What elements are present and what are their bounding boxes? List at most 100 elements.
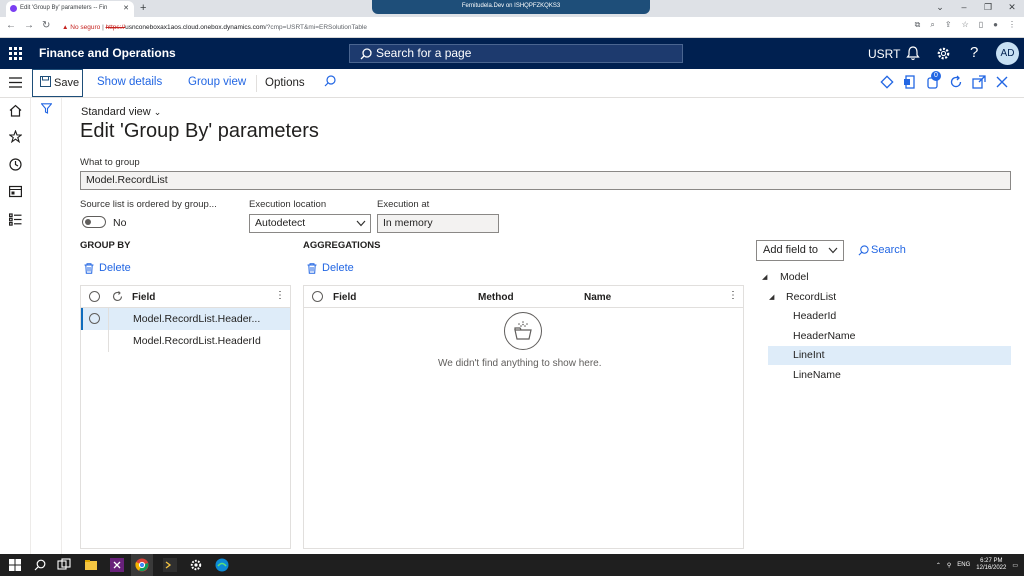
attachments-button[interactable]: 0 (926, 71, 941, 89)
table-row[interactable]: Model.RecordList.HeaderId (81, 330, 290, 352)
filter-icon[interactable] (41, 103, 52, 114)
share-icon[interactable]: ⇪ (945, 20, 952, 30)
file-explorer-icon[interactable] (84, 558, 98, 572)
method-column-header[interactable]: Method (478, 292, 514, 303)
view-selector[interactable]: Standard view ⌄ (81, 106, 161, 118)
task-view-icon[interactable] (57, 558, 71, 572)
edge-icon[interactable] (215, 558, 229, 572)
aggregations-heading: AGGREGATIONS (303, 240, 381, 251)
translate-icon[interactable]: ⧉ (915, 20, 921, 30)
options-tab[interactable]: Options (265, 77, 305, 89)
windows-start-icon[interactable] (8, 558, 22, 572)
sorted-label: Source list is ordered by group... (80, 199, 217, 210)
workspaces-icon[interactable] (9, 185, 22, 198)
chevron-down-icon[interactable]: ⌄ (928, 0, 952, 17)
tree-node-leaf[interactable]: HeaderName (793, 327, 855, 346)
field-column-header[interactable]: Field (132, 292, 155, 303)
group-by-delete-button[interactable]: Delete (84, 262, 144, 276)
app-launcher-icon[interactable] (9, 47, 22, 60)
bell-icon[interactable] (906, 46, 920, 61)
left-nav (0, 98, 31, 554)
aggregations-delete-button[interactable]: Delete (307, 262, 367, 276)
network-icon[interactable]: ⚲ (947, 562, 951, 569)
tree-node-leaf[interactable]: LineName (793, 366, 841, 385)
what-to-group-field[interactable]: Model.RecordList (80, 171, 1011, 190)
search-icon[interactable] (33, 558, 47, 572)
forward-icon[interactable]: → (24, 20, 34, 31)
url-field[interactable]: ▲ No seguro | https://usnconeboxax1aos.c… (62, 20, 892, 35)
save-button[interactable]: Save (32, 69, 83, 97)
chevron-down-icon: ⌄ (153, 107, 162, 117)
home-icon[interactable] (9, 104, 22, 117)
row-select-radio[interactable] (89, 313, 100, 324)
minimize-icon[interactable]: – (952, 0, 976, 17)
reload-icon[interactable]: ↻ (42, 20, 50, 31)
field-column-header[interactable]: Field (333, 292, 356, 303)
tree-search-button[interactable]: Search (858, 244, 918, 258)
new-tab-icon[interactable]: + (140, 1, 146, 15)
star-icon[interactable]: ☆ (962, 20, 969, 30)
tree-node-leaf-selected[interactable]: LineInt (768, 346, 1011, 365)
app-name[interactable]: Finance and Operations (39, 46, 176, 60)
execution-location-value: Autodetect (255, 217, 306, 229)
restore-icon[interactable]: ❐ (976, 0, 1000, 17)
settings-gear-icon[interactable] (189, 558, 203, 572)
company-picker[interactable]: USRT (868, 47, 900, 61)
system-tray: ⌃ ⚲ ENG 6:27 PM 12/16/2022 ▭ (936, 556, 1018, 574)
powershell-icon[interactable] (163, 558, 177, 572)
close-window-icon[interactable]: ✕ (1000, 0, 1024, 17)
hamburger-menu-icon[interactable] (9, 77, 22, 88)
favorites-star-icon[interactable] (9, 130, 22, 143)
execution-location-select[interactable]: Autodetect (249, 214, 371, 233)
remote-session-bar[interactable]: Fernitudela.Dev on ISHQPFZKQKS3 (372, 0, 650, 14)
avatar[interactable]: AD (996, 42, 1019, 65)
notifications-icon[interactable]: ▭ (1012, 562, 1018, 569)
action-pane: Save Show details Group view Options 0 (0, 69, 1024, 98)
language-indicator[interactable]: ENG (957, 562, 970, 568)
action-pane-right-icons: 0 (880, 71, 1009, 89)
office-icon[interactable] (903, 75, 917, 89)
select-all-radio[interactable] (312, 291, 323, 302)
tree-node-leaf[interactable]: HeaderId (793, 307, 836, 326)
column-options-icon[interactable]: ⋮ (275, 290, 285, 301)
menu-icon[interactable]: ⋮ (1008, 20, 1016, 30)
back-icon[interactable]: ← (6, 20, 16, 31)
recent-clock-icon[interactable] (9, 158, 22, 171)
refresh-icon[interactable] (112, 291, 123, 302)
tree-node-model[interactable]: Model (780, 268, 809, 287)
clock-date: 12/16/2022 (976, 565, 1007, 571)
visual-studio-icon[interactable] (110, 558, 124, 572)
collapse-triangle-icon[interactable]: ◢ (762, 273, 767, 281)
remote-session-title: Fernitudela.Dev on ISHQPFZKQKS3 (461, 3, 561, 9)
profile-icon[interactable]: ● (993, 20, 998, 30)
refresh-icon[interactable] (949, 75, 963, 89)
group-view-button[interactable]: Group view (188, 76, 246, 88)
window-controls: ⌄ – ❐ ✕ (928, 0, 1024, 17)
search-icon[interactable] (324, 75, 336, 87)
select-all-radio[interactable] (89, 291, 100, 302)
close-icon[interactable] (995, 75, 1009, 89)
sorted-toggle[interactable] (82, 216, 106, 228)
gear-icon[interactable] (936, 46, 951, 61)
chevron-up-icon[interactable]: ⌃ (936, 562, 941, 569)
add-field-to-dropdown[interactable]: Add field to (756, 240, 844, 261)
show-details-button[interactable]: Show details (97, 76, 162, 88)
open-new-window-icon[interactable] (972, 75, 986, 89)
table-row[interactable]: Model.RecordList.Header... (81, 308, 290, 330)
chrome-taskbar-button[interactable] (131, 554, 153, 576)
url-path: /?cmp=USRT&mi=ERSolutionTable (264, 24, 368, 31)
close-tab-icon[interactable]: ✕ (123, 1, 129, 16)
diamond-icon[interactable] (880, 75, 894, 89)
help-icon[interactable]: ? (970, 44, 978, 61)
name-column-header[interactable]: Name (584, 292, 611, 303)
zoom-icon[interactable]: ⌕ (930, 20, 934, 30)
column-options-icon[interactable]: ⋮ (728, 290, 738, 301)
browser-tab[interactable]: Edit 'Group By' parameters -- Fin ✕ (6, 1, 134, 17)
page-search-input[interactable]: Search for a page (349, 44, 683, 63)
windows-taskbar: ⌃ ⚲ ENG 6:27 PM 12/16/2022 ▭ (0, 554, 1024, 576)
modules-list-icon[interactable] (9, 213, 22, 226)
tree-node-recordlist[interactable]: RecordList (786, 288, 836, 307)
collapse-triangle-icon[interactable]: ◢ (769, 293, 774, 301)
clock[interactable]: 6:27 PM 12/16/2022 (976, 558, 1006, 572)
sidepanel-icon[interactable]: ▯ (979, 20, 983, 30)
